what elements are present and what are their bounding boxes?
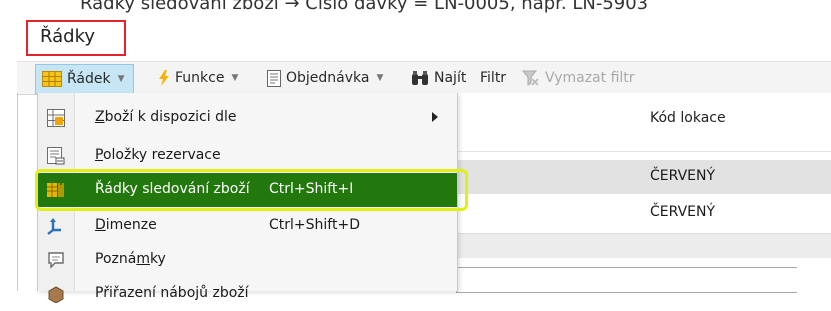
lightning-icon — [158, 70, 170, 86]
row-dropdown-menu: Zboží k dispozici dle Položky rezervace … — [37, 93, 458, 303]
binoculars-icon — [411, 70, 429, 86]
availability-icon — [46, 108, 66, 128]
page-left-border — [17, 93, 18, 291]
shortcut-label: Ctrl+Shift+I — [269, 181, 354, 197]
functions-menu-button[interactable]: Funkce ▼ — [158, 62, 238, 94]
row-menu-button[interactable]: Řádek ▼ — [35, 64, 134, 94]
menu-item-comments[interactable]: Poznámky — [38, 243, 457, 277]
location-code-cell: ČERVENÝ — [650, 168, 716, 184]
order-menu-label: Objednávka — [286, 70, 370, 86]
section-title: Řádky — [40, 26, 96, 47]
order-menu-button[interactable]: Objednávka ▼ — [267, 62, 383, 94]
dimensions-icon — [46, 216, 66, 236]
menu-item-availability[interactable]: Zboží k dispozici dle — [38, 101, 457, 135]
filter-label: Filtr — [480, 70, 507, 86]
reservation-entries-icon — [46, 146, 66, 166]
grid-separator — [456, 233, 831, 258]
clear-filter-label: Vymazat filtr — [545, 70, 635, 86]
location-code-header[interactable]: Kód lokace — [650, 110, 726, 126]
chevron-down-icon: ▼ — [231, 73, 239, 83]
grid-icon — [42, 71, 62, 87]
chevron-down-icon: ▼ — [117, 74, 125, 84]
top-caption: Řádky sledování zboží → Číslo dávky = LN… — [80, 0, 649, 14]
menu-item-reservation-entries[interactable]: Položky rezervace — [38, 139, 457, 173]
field-input[interactable] — [456, 267, 797, 293]
menu-item-item-tracking-lines[interactable]: Řádky sledování zboží Ctrl+Shift+I — [38, 173, 457, 207]
menu-item-dimensions[interactable]: Dimenze Ctrl+Shift+D — [38, 209, 457, 243]
grid-header: Kód lokace — [456, 93, 831, 152]
find-button[interactable]: Najít — [411, 62, 466, 94]
clear-filter-icon — [522, 70, 540, 86]
functions-menu-label: Funkce — [175, 70, 225, 86]
document-icon — [267, 69, 281, 87]
item-tracking-icon — [46, 180, 66, 200]
comment-icon — [46, 250, 66, 270]
clear-filter-button[interactable]: Vymazat filtr — [522, 62, 635, 94]
item-charge-icon — [46, 284, 66, 304]
table-row[interactable]: ČERVENÝ — [456, 160, 831, 194]
table-row[interactable]: ČERVENÝ — [456, 196, 831, 230]
find-label: Najít — [434, 70, 467, 86]
filter-button[interactable]: Filtr — [480, 62, 506, 94]
chevron-down-icon: ▼ — [376, 73, 384, 83]
row-menu-label: Řádek — [67, 71, 111, 87]
shortcut-label: Ctrl+Shift+D — [269, 217, 360, 233]
menu-item-item-charge-assignment[interactable]: Přiřazení nábojů zboží — [38, 277, 457, 311]
toolbar: Řádek ▼ Funkce ▼ Objednávka ▼ Najít Filt… — [17, 61, 831, 95]
submenu-arrow-icon — [432, 112, 438, 122]
location-code-cell: ČERVENÝ — [650, 204, 716, 220]
